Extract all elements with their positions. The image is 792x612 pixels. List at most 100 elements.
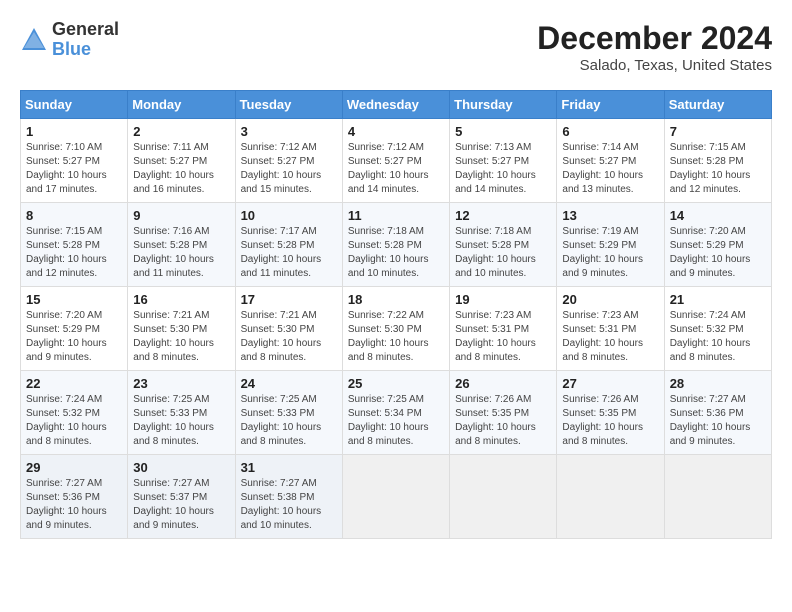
- day-number: 14: [670, 208, 766, 223]
- table-row: 21 Sunrise: 7:24 AMSunset: 5:32 PMDayligh…: [664, 287, 771, 371]
- day-info: Sunrise: 7:23 AMSunset: 5:31 PMDaylight:…: [455, 309, 551, 365]
- day-info: Sunrise: 7:18 AMSunset: 5:28 PMDaylight:…: [455, 225, 551, 281]
- table-row: [450, 455, 557, 539]
- table-row: 30 Sunrise: 7:27 AMSunset: 5:37 PMDayligh…: [128, 455, 235, 539]
- table-row: 17 Sunrise: 7:21 AMSunset: 5:30 PMDayligh…: [235, 287, 342, 371]
- day-info: Sunrise: 7:25 AMSunset: 5:33 PMDaylight:…: [133, 393, 229, 449]
- day-info: Sunrise: 7:17 AMSunset: 5:28 PMDaylight:…: [241, 225, 337, 281]
- day-info: Sunrise: 7:27 AMSunset: 5:38 PMDaylight:…: [241, 477, 337, 533]
- table-row: 24Sunrise: 7:25 AMSunset: 5:33 PMDayligh…: [235, 371, 342, 455]
- day-number: 6: [562, 124, 658, 139]
- day-number: 15: [26, 292, 122, 307]
- page-title: December 2024: [537, 20, 772, 57]
- day-info: Sunrise: 7:12 AMSunset: 5:27 PMDaylight:…: [348, 141, 444, 197]
- day-info: Sunrise: 7:27 AMSunset: 5:36 PMDaylight:…: [670, 393, 766, 449]
- table-row: 12 Sunrise: 7:18 AMSunset: 5:28 PMDayligh…: [450, 203, 557, 287]
- logo-line2: Blue: [52, 40, 119, 60]
- table-row: 9Sunrise: 7:16 AMSunset: 5:28 PMDaylight…: [128, 203, 235, 287]
- day-info: Sunrise: 7:24 AMSunset: 5:32 PMDaylight:…: [26, 393, 122, 449]
- title-block: December 2024 Salado, Texas, United Stat…: [537, 20, 772, 74]
- table-row: 27 Sunrise: 7:26 AMSunset: 5:35 PMDayligh…: [557, 371, 664, 455]
- day-number: 13: [562, 208, 658, 223]
- day-info: Sunrise: 7:18 AMSunset: 5:28 PMDaylight:…: [348, 225, 444, 281]
- day-number: 27: [562, 376, 658, 391]
- logo-text: General Blue: [52, 20, 119, 60]
- logo-line1: General: [52, 20, 119, 40]
- day-info: Sunrise: 7:14 AMSunset: 5:27 PMDaylight:…: [562, 141, 658, 197]
- page-subtitle: Salado, Texas, United States: [537, 57, 772, 74]
- col-tuesday: Tuesday: [235, 91, 342, 119]
- day-number: 20: [562, 292, 658, 307]
- day-info: Sunrise: 7:26 AMSunset: 5:35 PMDaylight:…: [455, 393, 551, 449]
- table-row: 2 Sunrise: 7:11 AMSunset: 5:27 PMDaylight…: [128, 119, 235, 203]
- day-info: Sunrise: 7:20 AMSunset: 5:29 PMDaylight:…: [670, 225, 766, 281]
- table-row: 31 Sunrise: 7:27 AMSunset: 5:38 PMDayligh…: [235, 455, 342, 539]
- day-info: Sunrise: 7:27 AMSunset: 5:36 PMDaylight:…: [26, 477, 122, 533]
- day-number: 26: [455, 376, 551, 391]
- day-info: Sunrise: 7:25 AMSunset: 5:34 PMDaylight:…: [348, 393, 444, 449]
- day-number: 29: [26, 460, 122, 475]
- table-row: 4 Sunrise: 7:12 AMSunset: 5:27 PMDaylight…: [342, 119, 449, 203]
- table-row: 25Sunrise: 7:25 AMSunset: 5:34 PMDayligh…: [342, 371, 449, 455]
- table-row: 6 Sunrise: 7:14 AMSunset: 5:27 PMDaylight…: [557, 119, 664, 203]
- day-number: 5: [455, 124, 551, 139]
- day-info: Sunrise: 7:27 AMSunset: 5:37 PMDaylight:…: [133, 477, 229, 533]
- col-thursday: Thursday: [450, 91, 557, 119]
- day-info: Sunrise: 7:26 AMSunset: 5:35 PMDaylight:…: [562, 393, 658, 449]
- table-row: 16 Sunrise: 7:21 AMSunset: 5:30 PMDayligh…: [128, 287, 235, 371]
- day-number: 3: [241, 124, 337, 139]
- table-row: 20 Sunrise: 7:23 AMSunset: 5:31 PMDayligh…: [557, 287, 664, 371]
- day-info: Sunrise: 7:19 AMSunset: 5:29 PMDaylight:…: [562, 225, 658, 281]
- day-info: Sunrise: 7:24 AMSunset: 5:32 PMDaylight:…: [670, 309, 766, 365]
- col-sunday: Sunday: [21, 91, 128, 119]
- day-info: Sunrise: 7:11 AMSunset: 5:27 PMDaylight:…: [133, 141, 229, 197]
- table-row: [664, 455, 771, 539]
- day-info: Sunrise: 7:23 AMSunset: 5:31 PMDaylight:…: [562, 309, 658, 365]
- page-header: General Blue December 2024 Salado, Texas…: [20, 20, 772, 74]
- logo-icon: [20, 26, 48, 54]
- day-number: 1: [26, 124, 122, 139]
- table-row: 22 Sunrise: 7:24 AMSunset: 5:32 PMDayligh…: [21, 371, 128, 455]
- day-number: 4: [348, 124, 444, 139]
- day-info: Sunrise: 7:21 AMSunset: 5:30 PMDaylight:…: [133, 309, 229, 365]
- day-info: Sunrise: 7:12 AMSunset: 5:27 PMDaylight:…: [241, 141, 337, 197]
- col-wednesday: Wednesday: [342, 91, 449, 119]
- day-number: 2: [133, 124, 229, 139]
- col-saturday: Saturday: [664, 91, 771, 119]
- day-info: Sunrise: 7:15 AMSunset: 5:28 PMDaylight:…: [26, 225, 122, 281]
- day-number: 7: [670, 124, 766, 139]
- table-row: 29 Sunrise: 7:27 AMSunset: 5:36 PMDayligh…: [21, 455, 128, 539]
- day-info: Sunrise: 7:10 AMSunset: 5:27 PMDaylight:…: [26, 141, 122, 197]
- calendar-table: Sunday Monday Tuesday Wednesday Thursday…: [20, 90, 772, 539]
- logo: General Blue: [20, 20, 119, 60]
- col-monday: Monday: [128, 91, 235, 119]
- day-number: 16: [133, 292, 229, 307]
- table-row: 7 Sunrise: 7:15 AMSunset: 5:28 PMDaylight…: [664, 119, 771, 203]
- day-info: Sunrise: 7:13 AMSunset: 5:27 PMDaylight:…: [455, 141, 551, 197]
- day-number: 31: [241, 460, 337, 475]
- day-info: Sunrise: 7:16 AMSunset: 5:28 PMDaylight:…: [133, 225, 229, 281]
- day-info: Sunrise: 7:22 AMSunset: 5:30 PMDaylight:…: [348, 309, 444, 365]
- table-row: 3 Sunrise: 7:12 AMSunset: 5:27 PMDaylight…: [235, 119, 342, 203]
- table-row: 13 Sunrise: 7:19 AMSunset: 5:29 PMDayligh…: [557, 203, 664, 287]
- day-number: 23: [133, 376, 229, 391]
- table-row: [557, 455, 664, 539]
- day-number: 22: [26, 376, 122, 391]
- day-number: 18: [348, 292, 444, 307]
- day-number: 12: [455, 208, 551, 223]
- table-row: 1 Sunrise: 7:10 AMSunset: 5:27 PMDaylight…: [21, 119, 128, 203]
- day-number: 21: [670, 292, 766, 307]
- table-row: 28Sunrise: 7:27 AMSunset: 5:36 PMDayligh…: [664, 371, 771, 455]
- day-info: Sunrise: 7:21 AMSunset: 5:30 PMDaylight:…: [241, 309, 337, 365]
- calendar-header-row: Sunday Monday Tuesday Wednesday Thursday…: [21, 91, 772, 119]
- day-number: 30: [133, 460, 229, 475]
- day-info: Sunrise: 7:15 AMSunset: 5:28 PMDaylight:…: [670, 141, 766, 197]
- table-row: 15 Sunrise: 7:20 AMSunset: 5:29 PMDayligh…: [21, 287, 128, 371]
- day-number: 10: [241, 208, 337, 223]
- col-friday: Friday: [557, 91, 664, 119]
- table-row: 14 Sunrise: 7:20 AMSunset: 5:29 PMDayligh…: [664, 203, 771, 287]
- day-info: Sunrise: 7:20 AMSunset: 5:29 PMDaylight:…: [26, 309, 122, 365]
- table-row: 26 Sunrise: 7:26 AMSunset: 5:35 PMDayligh…: [450, 371, 557, 455]
- day-number: 11: [348, 208, 444, 223]
- day-number: 17: [241, 292, 337, 307]
